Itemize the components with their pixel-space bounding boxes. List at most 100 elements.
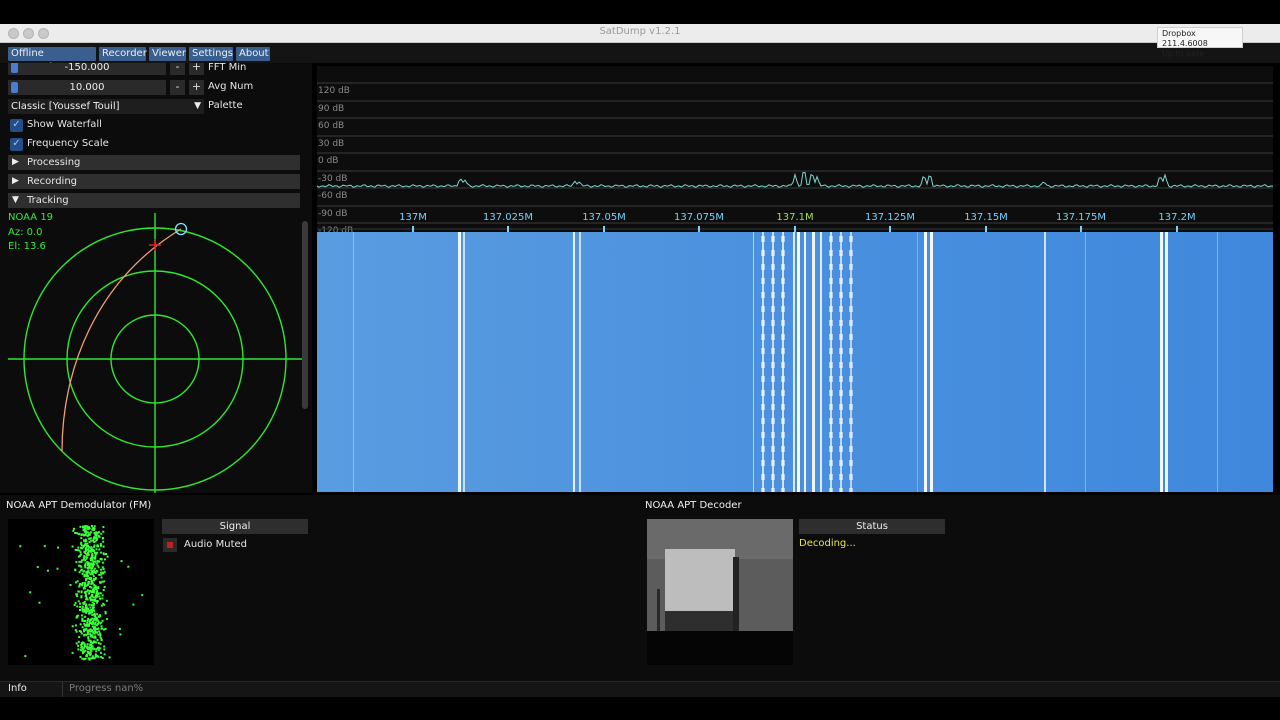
constellation-point	[74, 569, 77, 572]
palette-select[interactable]: Classic [Youssef Touil] ▼	[8, 99, 204, 114]
recording-header[interactable]: ▶ Recording	[8, 174, 300, 189]
waterfall-display[interactable]	[317, 232, 1273, 494]
constellation-point	[75, 616, 78, 619]
constellation-point	[83, 587, 86, 590]
avg-num-decrement[interactable]: -	[170, 80, 185, 95]
constellation-point	[91, 525, 93, 527]
waterfall-sync-dash	[849, 418, 853, 424]
waterfall-sync-dash	[761, 250, 765, 256]
slider-grab[interactable]	[11, 63, 18, 73]
waterfall-sync-dash	[771, 390, 775, 396]
dropbox-notification: Dropbox 211.4.6008 Up to date	[1157, 27, 1243, 58]
constellation-point	[81, 605, 84, 608]
constellation-point	[90, 531, 92, 534]
constellation-point	[127, 565, 130, 568]
waterfall-sync-dash	[839, 264, 843, 270]
waterfall-sync-dash	[781, 390, 785, 396]
processing-label: Processing	[27, 157, 81, 168]
constellation-point	[100, 625, 103, 628]
constellation-point	[83, 600, 86, 603]
waterfall-signal-line	[930, 232, 933, 492]
constellation-point	[86, 643, 89, 646]
tab-recorder[interactable]: Recorder	[99, 47, 147, 61]
avg-num-increment[interactable]: +	[189, 80, 204, 95]
constellation-point	[79, 609, 81, 611]
constellation-point	[79, 525, 82, 528]
constellation-point	[78, 630, 81, 632]
constellation-point	[78, 585, 81, 588]
constellation-point	[87, 637, 90, 640]
waterfall-sync-dash	[761, 348, 765, 354]
tab-viewer[interactable]: Viewer	[149, 47, 186, 61]
slider-grab[interactable]	[11, 82, 18, 93]
tab-settings[interactable]: Settings	[189, 47, 233, 61]
constellation-point	[100, 627, 103, 630]
constellation-point	[77, 546, 80, 549]
fft-min-increment[interactable]: +	[189, 63, 204, 75]
fft-spectrum-plot[interactable]: 120 dB 90 dB 60 dB 30 dB 0 dB -30 dB -60 dB -90…	[316, 66, 1274, 236]
constellation-point	[93, 545, 96, 548]
constellation-point	[69, 584, 72, 586]
frequency-scale-checkbox[interactable]: ✓	[10, 138, 23, 151]
constellation-point	[100, 544, 103, 547]
constellation-point	[100, 604, 103, 607]
constellation-point	[74, 581, 77, 584]
constellation-point	[99, 597, 102, 600]
constellation-point	[88, 620, 91, 623]
left-panel-scrollbar[interactable]	[302, 221, 308, 409]
constellation-point	[97, 587, 100, 590]
tab-offline-processing[interactable]: Offline processing	[8, 47, 96, 73]
tracking-polar-plot	[8, 213, 302, 493]
show-waterfall-checkbox[interactable]: ✓	[10, 119, 23, 132]
constellation-point	[141, 594, 144, 597]
constellation-point	[89, 652, 92, 655]
constellation-point	[99, 642, 102, 645]
processing-header[interactable]: ▶ Processing	[8, 155, 300, 170]
constellation-point	[90, 622, 93, 625]
waterfall-sync-dash	[839, 460, 843, 466]
constellation-point	[90, 582, 93, 585]
constellation-point	[83, 628, 86, 631]
constellation-point	[82, 558, 85, 561]
tab-about[interactable]: About	[236, 47, 270, 61]
waterfall-sync-dash	[771, 334, 775, 340]
waterfall-sync-dash	[771, 320, 775, 326]
constellation-point	[98, 560, 101, 563]
constellation-point	[89, 573, 92, 576]
tracking-header[interactable]: ▼ Tracking	[8, 193, 300, 208]
constellation-point	[91, 613, 94, 616]
waterfall-sync-dash	[839, 236, 843, 242]
decoded-image-preview	[647, 519, 793, 665]
waterfall-signal-line	[797, 232, 800, 492]
constellation-point	[81, 526, 84, 529]
constellation-point	[88, 577, 91, 580]
constellation-point	[103, 603, 106, 606]
waterfall-sync-dash	[771, 250, 775, 256]
waterfall-signal-line	[1085, 232, 1086, 492]
constellation-point	[84, 565, 87, 568]
waterfall-signal-line	[573, 232, 575, 492]
waterfall-sync-dash	[849, 348, 853, 354]
constellation-point	[76, 549, 79, 551]
checkmark-icon: ✓	[12, 138, 21, 149]
fft-min-slider[interactable]: -150.000	[8, 63, 166, 75]
constellation-point	[100, 639, 103, 641]
avg-num-slider[interactable]: 10.000	[8, 80, 166, 95]
constellation-point	[93, 641, 96, 644]
status-divider	[62, 682, 63, 697]
constellation-point	[38, 601, 41, 604]
constellation-point	[96, 619, 99, 622]
db-label: -60 dB	[318, 191, 347, 201]
waterfall-sync-dash	[839, 488, 843, 494]
constellation-point	[94, 630, 97, 633]
constellation-point	[72, 529, 75, 532]
audio-mute-button[interactable]	[163, 538, 177, 552]
constellation-point	[46, 569, 49, 572]
constellation-point	[97, 622, 99, 625]
constellation-point	[98, 630, 101, 633]
db-label: 120 dB	[318, 86, 350, 96]
constellation-point	[81, 607, 84, 610]
fft-min-decrement[interactable]: -	[170, 63, 185, 75]
waterfall-sync-dash	[829, 334, 833, 340]
constellation-point	[93, 540, 95, 543]
